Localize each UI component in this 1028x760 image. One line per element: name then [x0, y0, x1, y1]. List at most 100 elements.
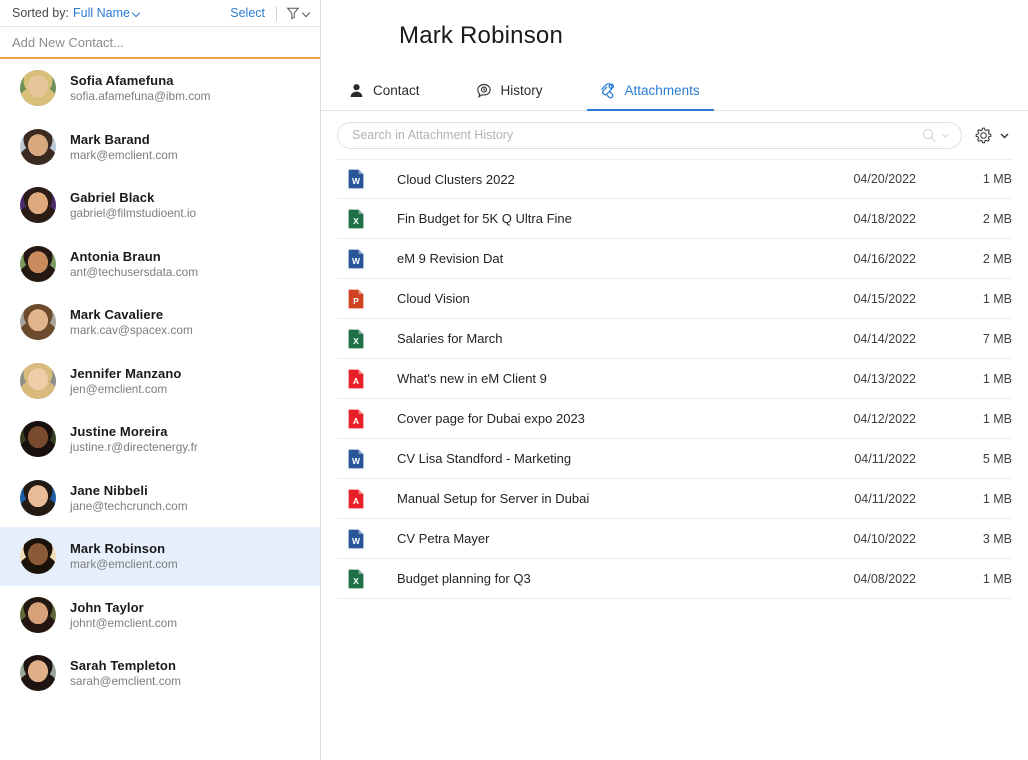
- attachment-row[interactable]: ACover page for Dubai expo 202304/12/202…: [337, 399, 1012, 439]
- sort-field-dropdown[interactable]: Full Name: [73, 6, 140, 20]
- attachments-table: WCloud Clusters 202204/20/20221 MBXFin B…: [321, 159, 1028, 760]
- file-type-icon: W: [348, 169, 366, 189]
- attachment-date: 04/13/2022: [784, 372, 916, 386]
- avatar-skin: [20, 187, 56, 223]
- contact-text: John Taylorjohnt@emclient.com: [70, 600, 177, 630]
- avatar: [20, 304, 56, 340]
- contact-text: Antonia Braunant@techusersdata.com: [70, 249, 198, 279]
- svg-text:A: A: [353, 376, 359, 386]
- attachment-row[interactable]: WCloud Clusters 202204/20/20221 MB: [337, 159, 1012, 199]
- attachment-size: 1 MB: [916, 292, 1012, 306]
- sorted-by-label: Sorted by:: [12, 6, 69, 20]
- attachment-row[interactable]: WeM 9 Revision Dat04/16/20222 MB: [337, 239, 1012, 279]
- attachment-name: Salaries for March: [397, 331, 784, 346]
- tab-history[interactable]: History: [464, 71, 557, 110]
- attachment-date: 04/20/2022: [784, 172, 916, 186]
- avatar: [20, 129, 56, 165]
- contact-email: ant@techusersdata.com: [70, 265, 198, 279]
- filter-funnel-icon: [286, 6, 300, 20]
- avatar: [337, 14, 381, 58]
- contact-list-item[interactable]: Justine Moreirajustine.r@directenergy.fr: [0, 410, 320, 469]
- detail-tabs: Contact History Attachments: [321, 71, 1028, 111]
- contact-list-item[interactable]: Mark Cavalieremark.cav@spacex.com: [0, 293, 320, 352]
- attachment-row[interactable]: WCV Lisa Standford - Marketing04/11/2022…: [337, 439, 1012, 479]
- tab-attachments[interactable]: Attachments: [587, 71, 714, 110]
- contacts-app: Sorted by: Full Name Select Add New Cont…: [0, 0, 1028, 760]
- word-file-icon: W: [348, 249, 364, 269]
- contact-list-item[interactable]: John Taylorjohnt@emclient.com: [0, 586, 320, 645]
- attachment-row[interactable]: XFin Budget for 5K Q Ultra Fine04/18/202…: [337, 199, 1012, 239]
- file-type-icon: P: [348, 289, 366, 309]
- attachment-name: Budget planning for Q3: [397, 571, 784, 586]
- contact-name: John Taylor: [70, 600, 177, 615]
- contact-list: Sofia Afamefunasofia.afamefuna@ibm.com Ma…: [0, 59, 320, 760]
- contact-list-item[interactable]: Jane Nibbelijane@techcrunch.com: [0, 469, 320, 528]
- attachment-name: CV Lisa Standford - Marketing: [397, 451, 784, 466]
- svg-text:P: P: [353, 296, 359, 306]
- avatar-skin: [20, 538, 56, 574]
- word-file-icon: W: [348, 529, 364, 549]
- attachment-row[interactable]: XBudget planning for Q304/08/20221 MB: [337, 559, 1012, 599]
- file-type-icon: W: [348, 529, 366, 549]
- select-button[interactable]: Select: [230, 6, 265, 20]
- avatar: [20, 246, 56, 282]
- contact-text: Sofia Afamefunasofia.afamefuna@ibm.com: [70, 73, 211, 103]
- add-new-contact-input[interactable]: Add New Contact...: [0, 27, 320, 59]
- contact-list-item[interactable]: Mark Barandmark@emclient.com: [0, 118, 320, 177]
- contact-list-item[interactable]: Jennifer Manzanojen@emclient.com: [0, 352, 320, 411]
- attachment-name: Cloud Vision: [397, 291, 784, 306]
- contacts-sidebar: Sorted by: Full Name Select Add New Cont…: [0, 0, 321, 760]
- settings-button[interactable]: [974, 126, 1010, 145]
- contact-email: sarah@emclient.com: [70, 674, 181, 688]
- avatar-skin: [20, 421, 56, 457]
- contact-text: Sarah Templetonsarah@emclient.com: [70, 658, 181, 688]
- contact-text: Mark Barandmark@emclient.com: [70, 132, 178, 162]
- attachment-row[interactable]: XSalaries for March04/14/20227 MB: [337, 319, 1012, 359]
- contact-list-item[interactable]: Antonia Braunant@techusersdata.com: [0, 235, 320, 294]
- avatar: [20, 363, 56, 399]
- file-type-icon: W: [348, 449, 366, 469]
- contact-name: Jennifer Manzano: [70, 366, 181, 381]
- svg-text:X: X: [353, 576, 359, 586]
- attachment-row[interactable]: AManual Setup for Server in Dubai04/11/2…: [337, 479, 1012, 519]
- contact-name: Mark Cavaliere: [70, 307, 193, 322]
- attachment-row[interactable]: WCV Petra Mayer04/10/20223 MB: [337, 519, 1012, 559]
- contact-email: sofia.afamefuna@ibm.com: [70, 89, 211, 103]
- contact-header: Mark Robinson: [321, 0, 1028, 71]
- contact-text: Jane Nibbelijane@techcrunch.com: [70, 483, 188, 513]
- tab-label: History: [501, 83, 543, 98]
- attachment-row[interactable]: AWhat's new in eM Client 904/13/20221 MB: [337, 359, 1012, 399]
- contact-list-item[interactable]: Sofia Afamefunasofia.afamefuna@ibm.com: [0, 59, 320, 118]
- svg-text:W: W: [352, 536, 361, 546]
- svg-text:W: W: [352, 256, 361, 266]
- attachment-row[interactable]: P Cloud Vision04/15/20221 MB: [337, 279, 1012, 319]
- file-type-icon: X: [348, 209, 366, 229]
- chevron-down-icon: [999, 130, 1010, 141]
- attachment-size: 3 MB: [916, 532, 1012, 546]
- attachment-name: Manual Setup for Server in Dubai: [397, 491, 784, 506]
- contact-list-item[interactable]: Gabriel Blackgabriel@filmstudioent.io: [0, 176, 320, 235]
- svg-text:W: W: [352, 456, 361, 466]
- svg-text:A: A: [353, 416, 359, 426]
- tab-contact[interactable]: Contact: [337, 71, 434, 110]
- search-icons[interactable]: [921, 127, 951, 144]
- contact-list-item[interactable]: Mark Robinsonmark@emclient.com: [0, 527, 320, 586]
- avatar: [20, 597, 56, 633]
- attachment-date: 04/15/2022: [784, 292, 916, 306]
- paperclips-icon: [599, 83, 616, 99]
- attachment-size: 1 MB: [916, 372, 1012, 386]
- contact-list-item[interactable]: Sarah Templetonsarah@emclient.com: [0, 644, 320, 703]
- svg-text:X: X: [353, 336, 359, 346]
- attachment-name: eM 9 Revision Dat: [397, 251, 784, 266]
- avatar: [20, 187, 56, 223]
- search-input[interactable]: Search in Attachment History: [337, 122, 962, 149]
- powerpoint-file-icon: P: [348, 289, 364, 309]
- attachment-size: 2 MB: [916, 252, 1012, 266]
- contact-text: Justine Moreirajustine.r@directenergy.fr: [70, 424, 198, 454]
- filter-button[interactable]: [286, 6, 310, 20]
- avatar-skin: [20, 655, 56, 691]
- contact-text: Mark Robinsonmark@emclient.com: [70, 541, 178, 571]
- contact-name: Sofia Afamefuna: [70, 73, 211, 88]
- chevron-down-icon: [133, 10, 140, 17]
- word-file-icon: W: [348, 169, 364, 189]
